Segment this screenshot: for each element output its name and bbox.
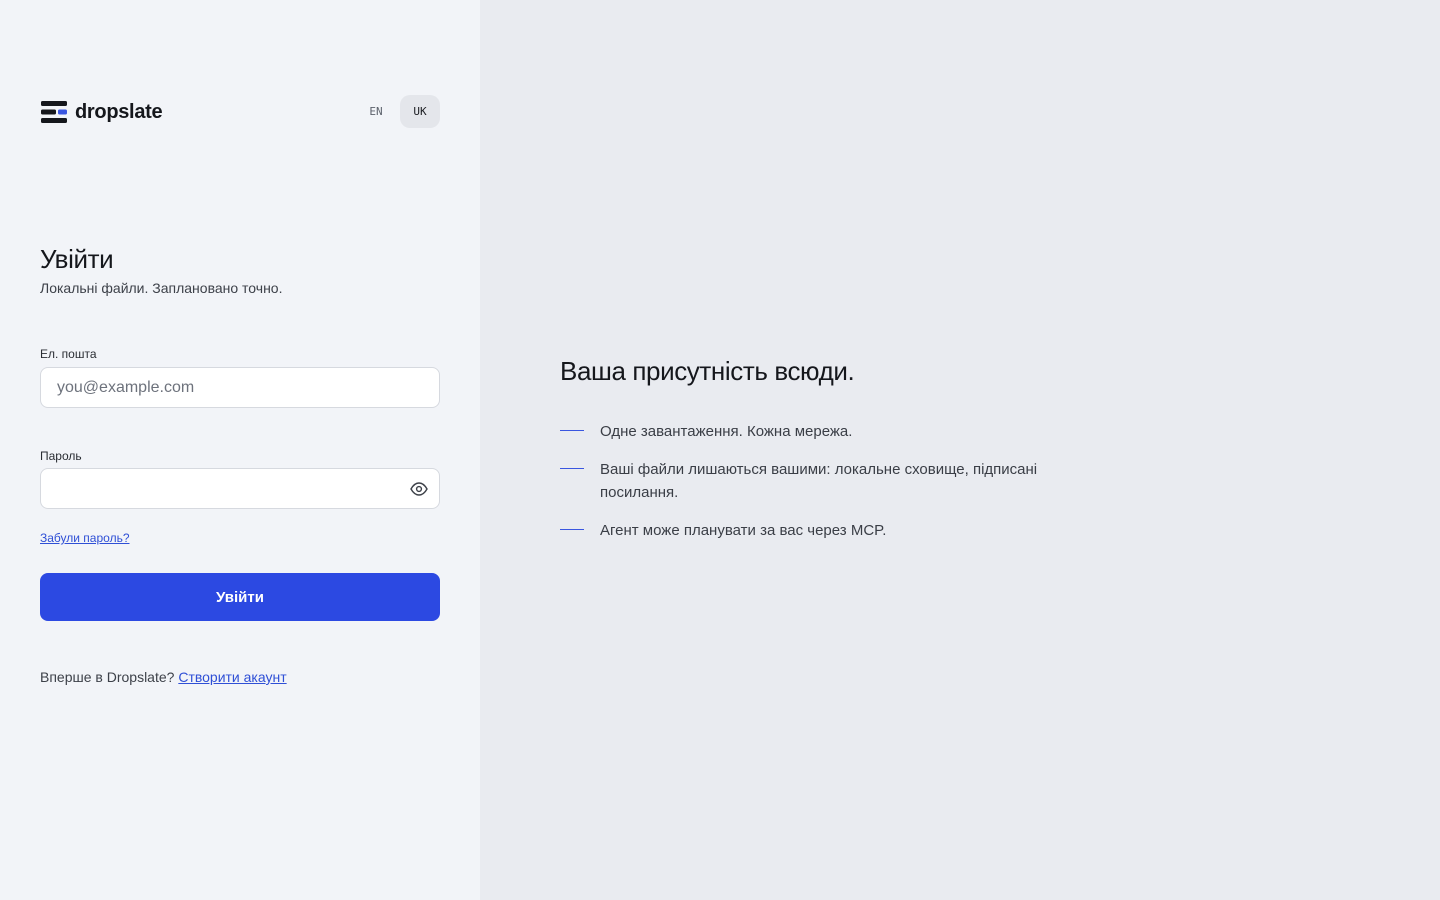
stacked-bars-logo-icon <box>41 101 67 123</box>
feature-text: Ваші файли лишаються вашими: локальне сх… <box>600 461 1038 501</box>
login-panel: dropslate EN UK Увійти Локальні файли. З… <box>0 0 480 900</box>
forgot-password-link[interactable]: Забули пароль? <box>40 531 130 545</box>
feature-list: Одне завантаження. Кожна мережа. Ваші фа… <box>560 420 1080 557</box>
page-subtitle: Локальні файли. Заплановано точно. <box>40 280 283 296</box>
login-page: dropslate EN UK Увійти Локальні файли. З… <box>0 0 1440 900</box>
language-option-en[interactable]: EN <box>356 95 396 128</box>
language-switcher: EN UK <box>356 95 440 128</box>
password-field[interactable] <box>40 468 440 509</box>
eye-icon[interactable] <box>408 479 430 499</box>
promo-panel: Ваша присутність всюди. Одне завантаженн… <box>480 0 1440 900</box>
create-account-link[interactable]: Створити акаунт <box>178 669 286 685</box>
email-label: Ел. пошта <box>40 347 97 361</box>
signup-prompt: Вперше в Dropslate? Створити акаунт <box>40 669 287 685</box>
sign-in-button[interactable]: Увійти <box>40 573 440 621</box>
feature-text: Агент може планувати за вас через MCP. <box>600 522 887 539</box>
feature-item: Ваші файли лишаються вашими: локальне сх… <box>560 458 1080 504</box>
language-option-uk[interactable]: UK <box>400 95 440 128</box>
brand[interactable]: dropslate <box>41 100 163 124</box>
email-field[interactable] <box>40 367 440 408</box>
promo-tagline: Ваша присутність всюди. <box>560 356 855 386</box>
dash-icon <box>560 468 584 469</box>
dash-icon <box>560 430 584 431</box>
feature-item: Одне завантаження. Кожна мережа. <box>560 420 1080 443</box>
password-label: Пароль <box>40 449 82 463</box>
dash-icon <box>560 529 584 530</box>
brand-name: dropslate <box>75 100 163 123</box>
feature-text: Одне завантаження. Кожна мережа. <box>600 423 853 440</box>
page-title: Увійти <box>40 244 114 274</box>
feature-item: Агент може планувати за вас через MCP. <box>560 519 1080 542</box>
signup-prompt-text: Вперше в Dropslate? <box>40 669 175 685</box>
